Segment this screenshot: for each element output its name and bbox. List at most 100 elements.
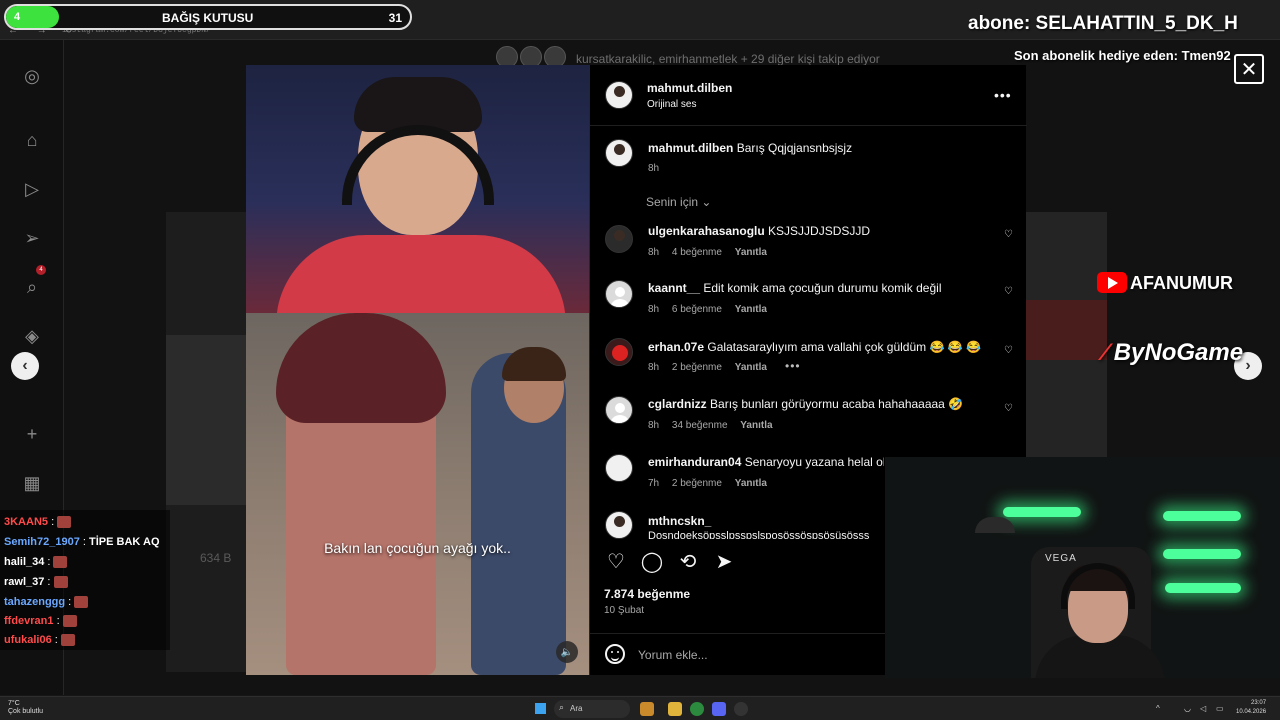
mute-icon[interactable]: 🔈 (556, 641, 578, 663)
taskbar-search[interactable]: ⌕ Ara (554, 700, 630, 718)
comment-options-icon[interactable]: ••• (785, 359, 801, 373)
explore-icon[interactable]: ◈ (20, 324, 44, 348)
comment-time: 8h (648, 362, 660, 373)
comment-likes[interactable]: 2 beğenme (672, 362, 722, 373)
dashboard-icon[interactable]: ▦ (20, 471, 44, 495)
reply-button[interactable]: Yanıtla (735, 247, 767, 258)
woman-headscarf (276, 313, 446, 423)
comment-likes[interactable]: 4 beğenme (672, 247, 722, 258)
comment-avatar[interactable] (605, 338, 633, 366)
comment-text: Barış bunları görüyormu acaba hahahaaaaa… (710, 397, 964, 411)
chat-message: halil_34 : (4, 556, 68, 569)
obs-icon[interactable] (734, 702, 748, 716)
comment-likes[interactable]: 2 beğenme (672, 478, 722, 489)
app-icon[interactable] (640, 702, 654, 716)
chat-message: tahazenggg : (4, 596, 89, 609)
comment-meta: 8h 6 beğenme Yanıtla (648, 304, 777, 315)
post-username[interactable]: mahmut.dilben (647, 81, 732, 95)
emote-icon (53, 556, 68, 569)
chat-username: Semih72_1907 (4, 536, 80, 548)
caption-username[interactable]: mahmut.dilben (648, 141, 733, 155)
heart-icon[interactable]: ♡ (1004, 286, 1013, 297)
caption-avatar[interactable] (605, 139, 633, 167)
weather-widget[interactable]: 7°C Çok bulutlu (8, 700, 43, 716)
comment-text: Dosndoeksöpsslpsspslsposöşsöspsösüsöşss (648, 530, 870, 539)
comment-avatar[interactable] (605, 396, 633, 424)
emoji-icon[interactable] (605, 644, 625, 664)
comment-username[interactable]: ulgenkarahasanoglu (648, 224, 765, 238)
weather-desc: Çok bulutlu (8, 708, 44, 715)
reply-button[interactable]: Yanıtla (735, 478, 767, 489)
author-avatar[interactable] (605, 81, 633, 109)
comment-text: Galatasaraylıyım ama vallahi çok güldüm … (707, 340, 981, 354)
heart-icon[interactable]: ♡ (1004, 229, 1013, 240)
chrome-icon[interactable] (690, 702, 704, 716)
emote-icon (53, 576, 68, 589)
comment-likes[interactable]: 6 beğenme (672, 304, 722, 315)
network-icon[interactable]: ◡ (1184, 704, 1194, 714)
weather-temp: 7°C (8, 700, 20, 707)
comment-time: 8h (648, 247, 660, 258)
comment-icon[interactable]: ◯ (640, 549, 664, 573)
comment-avatar[interactable] (605, 454, 633, 482)
heart-icon[interactable]: ♡ (604, 549, 628, 573)
messages-icon[interactable]: ➢ (20, 226, 44, 250)
led-light (1003, 507, 1081, 517)
taskbar-clock[interactable]: 23:07 10.04.2026 (1236, 699, 1266, 717)
heart-icon[interactable]: ♡ (1004, 345, 1013, 356)
file-explorer-icon[interactable] (668, 702, 682, 716)
chat-message: rawl_37 : (4, 576, 68, 589)
windows-taskbar: 7°C Çok bulutlu ⌕ Ara ^ ◡ ◁ ▭ 23:07 10.0… (0, 696, 1280, 720)
comment-username[interactable]: mthncskn_ (648, 514, 711, 528)
video-bottom-panel (246, 313, 589, 675)
close-icon[interactable]: ✕ (1234, 54, 1264, 84)
chat-message: ufukali06 : (4, 634, 75, 647)
chat-separator: : (44, 576, 51, 588)
comment-filter-label: Senin için (646, 195, 699, 209)
clock-date: 10.04.2026 (1236, 709, 1267, 715)
search-icon[interactable]: ⌕ (20, 275, 44, 299)
comment-username[interactable]: emirhanduran04 (648, 455, 741, 469)
comment-avatar[interactable] (605, 280, 633, 308)
chat-separator: : (51, 634, 58, 646)
comment-3: cglardnizz Barış bunları görüyormu acaba… (648, 397, 988, 411)
comment-filter-dropdown[interactable]: Senin için ⌄ (646, 195, 711, 209)
heart-icon[interactable]: ♡ (1004, 403, 1013, 414)
post-audio-label[interactable]: Orijinal ses (647, 99, 696, 110)
comment-likes[interactable]: 34 beğenme (672, 420, 728, 431)
reply-button[interactable]: Yanıtla (735, 362, 767, 373)
notification-badge: 4 (36, 265, 46, 275)
like-count[interactable]: 7.874 beğenme (604, 587, 690, 601)
chat-username: tahazenggg (4, 596, 66, 608)
chat-separator: : (79, 536, 90, 548)
share-icon[interactable]: ➤ (712, 549, 736, 573)
chat-separator: : (44, 556, 51, 568)
home-icon[interactable]: ⌂ (20, 128, 44, 152)
battery-icon[interactable]: ▭ (1216, 704, 1226, 714)
chat-username: rawl_37 (4, 576, 45, 588)
more-icon[interactable]: ••• (994, 87, 1012, 103)
donation-count: 31 (388, 11, 402, 25)
post-date: 10 Şubat (604, 605, 645, 616)
comment-username[interactable]: kaannt__ (648, 281, 700, 295)
comment-4: emirhanduran04 Senaryoyu yazana helal ol… (648, 455, 884, 469)
repost-icon[interactable]: ⟲ (676, 549, 700, 573)
instagram-logo-icon[interactable]: ◎ (20, 64, 44, 88)
donation-progress-value: 4 (14, 11, 21, 23)
comment-avatar[interactable] (605, 225, 633, 253)
discord-icon[interactable] (712, 702, 726, 716)
emote-icon (57, 516, 72, 529)
stream-chat: 3KAAN5 : Semih72_1907 : TİPE BAK AQ hali… (0, 510, 170, 650)
reel-video[interactable]: Bakın lan çocuğun ayağı yok.. 🔈 (246, 65, 589, 675)
chevron-left-icon[interactable]: ‹ (11, 352, 39, 380)
comment-username[interactable]: erhan.07e (648, 340, 704, 354)
comment-username[interactable]: cglardnizz (648, 397, 707, 411)
create-icon[interactable]: + (20, 422, 44, 446)
tray-chevron-icon[interactable]: ^ (1156, 704, 1166, 714)
volume-icon[interactable]: ◁ (1200, 704, 1210, 714)
reels-icon[interactable]: ▷ (20, 177, 44, 201)
reply-button[interactable]: Yanıtla (735, 304, 767, 315)
windows-start-icon[interactable] (535, 703, 546, 714)
comment-avatar[interactable] (605, 511, 633, 539)
reply-button[interactable]: Yanıtla (740, 420, 772, 431)
